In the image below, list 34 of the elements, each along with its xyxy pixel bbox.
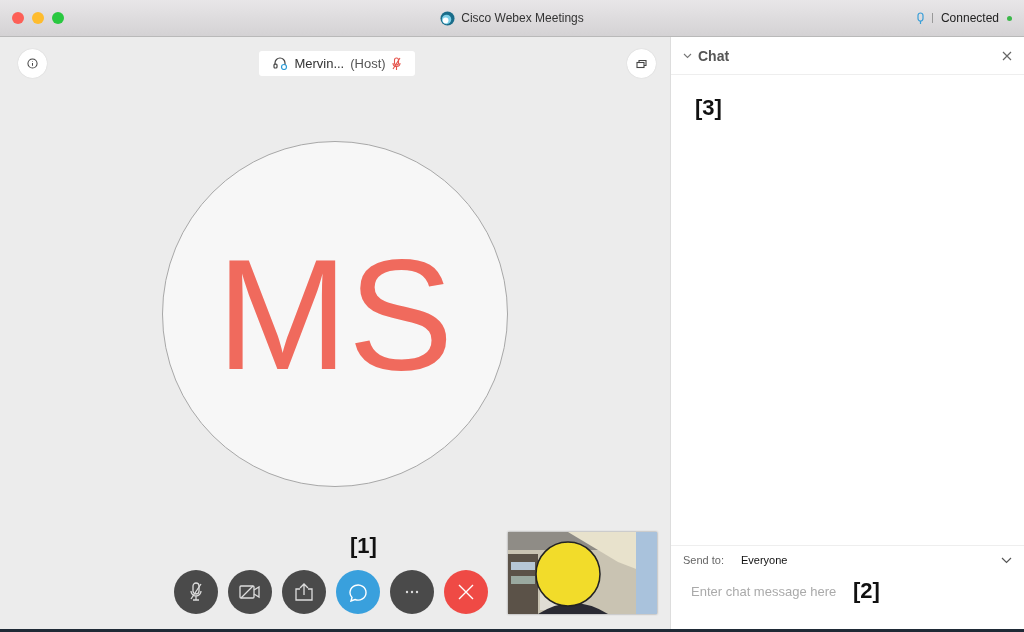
- recipient-value[interactable]: Everyone: [741, 554, 788, 566]
- share-button[interactable]: [282, 570, 326, 614]
- stacked-windows-icon: [636, 58, 647, 69]
- close-icon: [458, 584, 474, 600]
- close-button[interactable]: [1002, 50, 1012, 61]
- info-icon: [27, 58, 38, 69]
- send-to-label: Send to:: [683, 554, 725, 566]
- chat-bubble-icon: [348, 582, 368, 602]
- annotation-label: [2]: [853, 578, 880, 604]
- more-button[interactable]: [390, 570, 434, 614]
- connection-status: Connected: [940, 11, 999, 25]
- video-button[interactable]: [228, 570, 272, 614]
- avatar-initials: MS: [216, 235, 454, 393]
- headset-icon: [273, 57, 289, 70]
- window-title: Cisco Webex Meetings: [461, 11, 584, 25]
- chat-title: Chat: [698, 47, 730, 64]
- dropdown-button[interactable]: [1001, 556, 1012, 564]
- host-name: Mervin...: [294, 56, 345, 71]
- video-off-icon: [239, 584, 261, 600]
- host-role: (Host): [350, 56, 386, 71]
- annotation-label: [3]: [695, 95, 722, 120]
- more-icon: [405, 590, 419, 594]
- chat-message-field[interactable]: Enter chat message here: [691, 583, 843, 599]
- close-window-button[interactable]: [12, 12, 24, 24]
- share-icon: [294, 583, 314, 601]
- sphere-icon: [440, 10, 456, 26]
- chat-button[interactable]: [336, 570, 380, 614]
- muted-microphone-icon: [189, 582, 203, 602]
- mute-button[interactable]: [174, 570, 218, 614]
- layout-button[interactable]: [627, 49, 656, 78]
- annotation-label: [1]: [350, 533, 377, 559]
- info-button[interactable]: [18, 49, 47, 78]
- chevron-down-icon[interactable]: [683, 52, 692, 59]
- leave-button[interactable]: [444, 570, 488, 614]
